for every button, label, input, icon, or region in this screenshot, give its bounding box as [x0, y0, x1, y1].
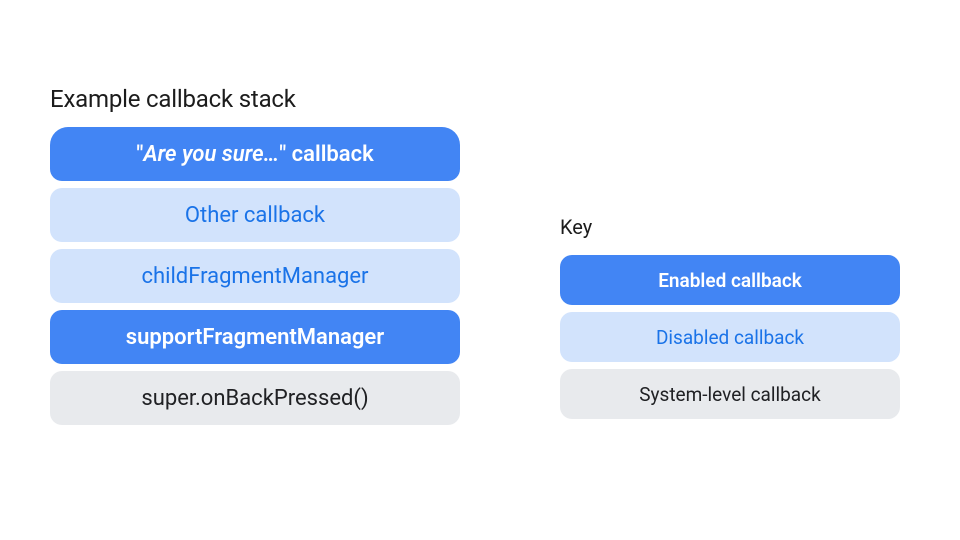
diagram-canvas: Example callback stack "Are you sure…" c… — [0, 0, 960, 540]
key-title: Key — [560, 215, 900, 239]
stack-item-super-onbackpressed: super.onBackPressed() — [50, 371, 460, 425]
key-item-label: System-level callback — [639, 383, 820, 406]
stack-title: Example callback stack — [50, 85, 460, 113]
stack-item-label: childFragmentManager — [141, 264, 368, 289]
key-item-enabled: Enabled callback — [560, 255, 900, 305]
stack-item-label: "Are you sure…" callback — [136, 142, 373, 167]
key-item-system: System-level callback — [560, 369, 900, 419]
stack-item-other-callback: Other callback — [50, 188, 460, 242]
callback-stack-section: Example callback stack "Are you sure…" c… — [50, 85, 460, 425]
key-item-label: Disabled callback — [656, 326, 804, 349]
key-section: Key Enabled callback Disabled callback S… — [560, 215, 900, 419]
stack-item-label: super.onBackPressed() — [141, 386, 368, 411]
key-items: Enabled callback Disabled callback Syste… — [560, 255, 900, 419]
key-item-disabled: Disabled callback — [560, 312, 900, 362]
stack-item-child-fragment-manager: childFragmentManager — [50, 249, 460, 303]
stack-item-support-fragment-manager: supportFragmentManager — [50, 310, 460, 364]
stack-items: "Are you sure…" callback Other callback … — [50, 127, 460, 425]
stack-item-are-you-sure: "Are you sure…" callback — [50, 127, 460, 181]
stack-item-label: supportFragmentManager — [126, 325, 384, 350]
key-item-label: Enabled callback — [658, 269, 802, 292]
stack-item-label: Other callback — [185, 203, 325, 228]
